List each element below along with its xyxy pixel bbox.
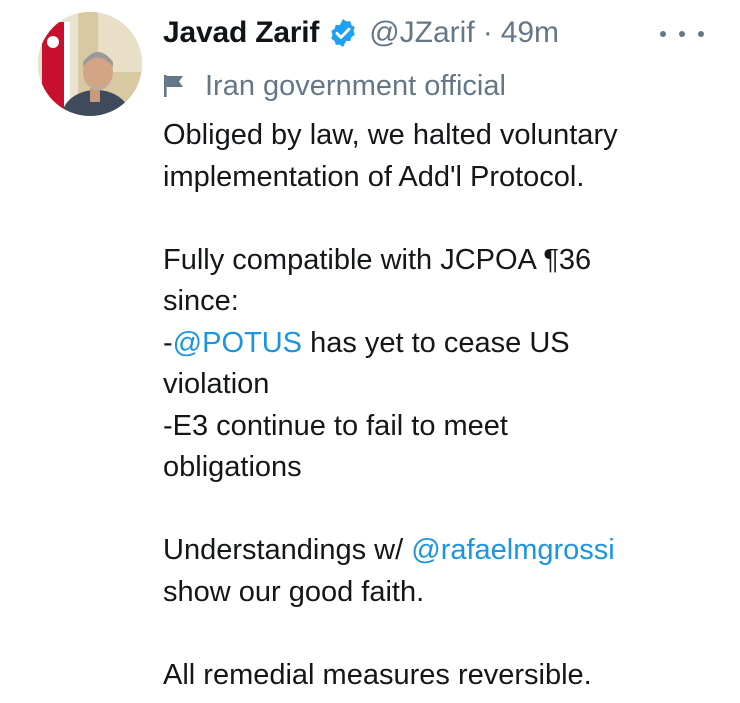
author-handle[interactable]: @JZarif [369,16,474,50]
text-fragment: has yet to cease US [302,326,570,359]
tweet-line: obligations [163,451,302,483]
tweet-timestamp[interactable]: 49m [501,16,559,50]
account-label-text: Iran government official [205,69,506,102]
avatar-image [38,12,142,116]
tweet-line: implementation of Add'l Protocol. [163,160,585,193]
tweet-line: -@POTUS has yet to cease US [163,323,723,365]
mention-link-potus[interactable]: @POTUS [173,327,302,359]
paragraph-break [163,613,723,655]
tweet-line: Fully compatible with JCPOA ¶36 [163,243,592,276]
paragraph-break [163,198,723,240]
tweet-line: violation [163,368,270,400]
mention-link-rafaelmgrossi[interactable]: @rafaelmgrossi [411,534,615,566]
more-dot [660,31,666,37]
author-display-name[interactable]: Javad Zarif [163,16,319,50]
more-dot [698,31,704,37]
tweet-line: Obliged by law, we halted voluntary [163,119,618,151]
avatar[interactable] [38,12,142,116]
more-options-icon[interactable] [660,24,704,44]
text-fragment: Understandings w/ [163,534,412,566]
text-fragment: - [163,326,173,359]
tweet-line: Understandings w/ @rafaelmgrossi [163,530,723,572]
tweet-line: -E3 continue to fail to meet [163,409,508,442]
tweet-header: Javad Zarif @JZarif · 49m [163,10,559,56]
more-dot [679,31,685,37]
tweet-line: show our good faith. [163,575,425,608]
header-separator: · [482,16,493,49]
verified-badge-icon [327,17,359,49]
tweet-line: All remedial measures reversible. [163,658,592,691]
account-label[interactable]: Iran government official [163,64,506,108]
tweet-line: since: [163,285,239,317]
flag-icon [163,74,185,98]
tweet-text: Obliged by law, we halted voluntary impl… [163,115,723,696]
paragraph-break [163,489,723,531]
